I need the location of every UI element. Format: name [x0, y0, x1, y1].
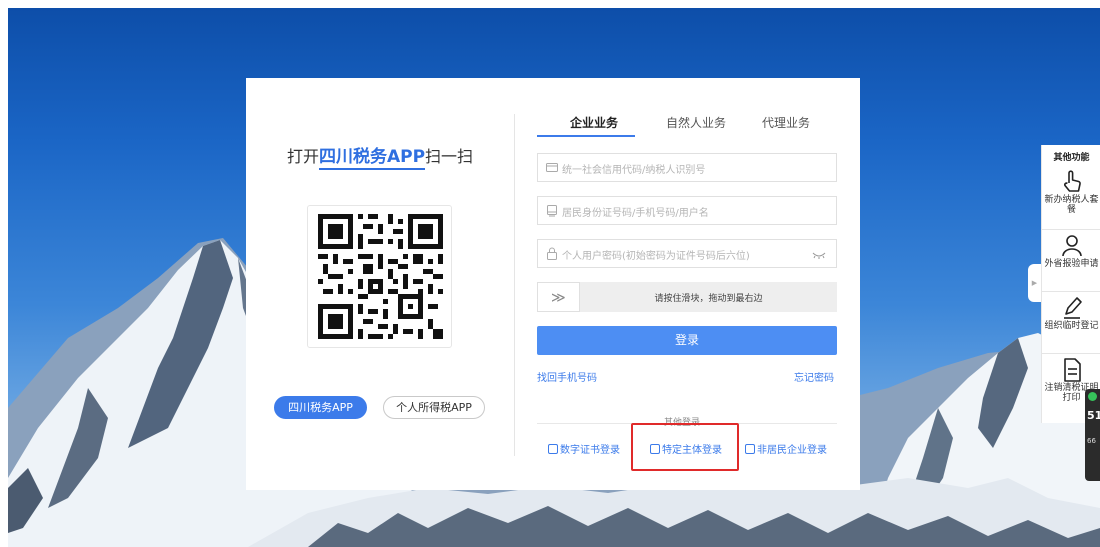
side-item-temporary-registration-label: 组织临时登记 — [1044, 321, 1099, 331]
check-icon — [1088, 392, 1097, 401]
forgot-password-link[interactable]: 忘记密码 — [794, 369, 834, 384]
id-number-input[interactable]: 居民身份证号码/手机号码/用户名 — [537, 196, 837, 225]
enterprise-icon — [745, 444, 755, 454]
qr-code-frame — [307, 205, 452, 348]
nonresident-enterprise-login-label: 非居民企业登录 — [757, 445, 827, 456]
tab-agent-business[interactable]: 代理业务 — [758, 114, 814, 131]
sichuan-tax-app-button[interactable]: 四川税务APP — [274, 396, 367, 419]
id-card-icon — [547, 205, 557, 217]
slider-instruction: 请按住滑块，拖动到最右边 — [654, 294, 763, 304]
other-functions-panel: 其他功能 新办纳税人套餐 外省报验申请 组织临时登记 注销清税证明打印 — [1041, 145, 1100, 423]
digital-certificate-login-label: 数字证书登录 — [560, 445, 620, 456]
password-input[interactable]: 个人用户密码(初始密码为证件号码后六位) — [537, 239, 837, 268]
qr-scan-title: 打开四川税务APP扫一扫 — [246, 142, 514, 170]
id-number-placeholder: 居民身份证号码/手机号码/用户名 — [562, 208, 709, 219]
network-speed-widget: 51 66 — [1085, 389, 1100, 481]
find-phone-link[interactable]: 找回手机号码 — [537, 369, 597, 384]
tab-enterprise-business[interactable]: 企业业务 — [564, 114, 624, 131]
active-tab-indicator — [537, 135, 635, 137]
side-separator — [1042, 229, 1100, 230]
credit-code-placeholder: 统一社会信用代码/纳税人识别号 — [562, 165, 706, 176]
vertical-divider — [514, 114, 515, 456]
digital-certificate-login-link[interactable]: 数字证书登录 — [548, 441, 620, 456]
side-item-out-of-province-application[interactable]: 外省报验申请 — [1042, 233, 1100, 269]
login-page: 打开四川税务APP扫一扫 四川税务APP 个人所得税APP 企业业务 自然人业务… — [0, 0, 1100, 547]
qr-title-app-name: 四川税务APP — [318, 147, 426, 170]
side-item-out-of-province-application-label: 外省报验申请 — [1044, 259, 1099, 269]
password-placeholder: 个人用户密码(初始密码为证件号码后六位) — [562, 251, 750, 262]
card-icon — [546, 163, 558, 172]
qr-code-image — [318, 214, 443, 339]
eye-closed-icon[interactable] — [812, 250, 826, 260]
slider-captcha: ≫ 请按住滑块，拖动到最右边 — [537, 282, 837, 312]
side-separator — [1042, 353, 1100, 354]
login-button[interactable]: 登录 — [537, 326, 837, 355]
tab-natural-person-business[interactable]: 自然人业务 — [656, 114, 736, 131]
nonresident-enterprise-login-link[interactable]: 非居民企业登录 — [745, 441, 827, 456]
credit-code-input[interactable]: 统一社会信用代码/纳税人识别号 — [537, 153, 837, 182]
red-highlight-box — [631, 423, 739, 471]
slider-handle[interactable]: ≫ — [537, 282, 580, 312]
qr-title-prefix: 打开 — [286, 147, 319, 166]
hand-pointer-icon — [1063, 170, 1081, 192]
pen-icon — [1063, 297, 1082, 319]
document-icon — [1063, 358, 1081, 382]
qr-title-suffix: 扫一扫 — [425, 147, 474, 166]
personal-income-tax-app-button[interactable]: 个人所得税APP — [383, 396, 485, 419]
network-speed-value: 51 — [1087, 409, 1100, 422]
certificate-icon — [548, 444, 558, 454]
side-item-new-taxpayer-package[interactable]: 新办纳税人套餐 — [1042, 169, 1100, 215]
side-separator — [1042, 291, 1100, 292]
double-chevron-right-icon: ≫ — [551, 290, 566, 306]
side-item-new-taxpayer-package-label: 新办纳税人套餐 — [1044, 195, 1099, 215]
side-panel-collapse-arrow[interactable]: ▶ — [1028, 264, 1041, 302]
network-speed-sub: 66 — [1087, 437, 1096, 445]
other-functions-title: 其他功能 — [1053, 153, 1090, 163]
user-icon — [1061, 235, 1082, 257]
login-card: 打开四川税务APP扫一扫 四川税务APP 个人所得税APP 企业业务 自然人业务… — [246, 78, 860, 490]
lock-icon — [547, 247, 557, 260]
side-item-temporary-registration[interactable]: 组织临时登记 — [1042, 295, 1100, 331]
